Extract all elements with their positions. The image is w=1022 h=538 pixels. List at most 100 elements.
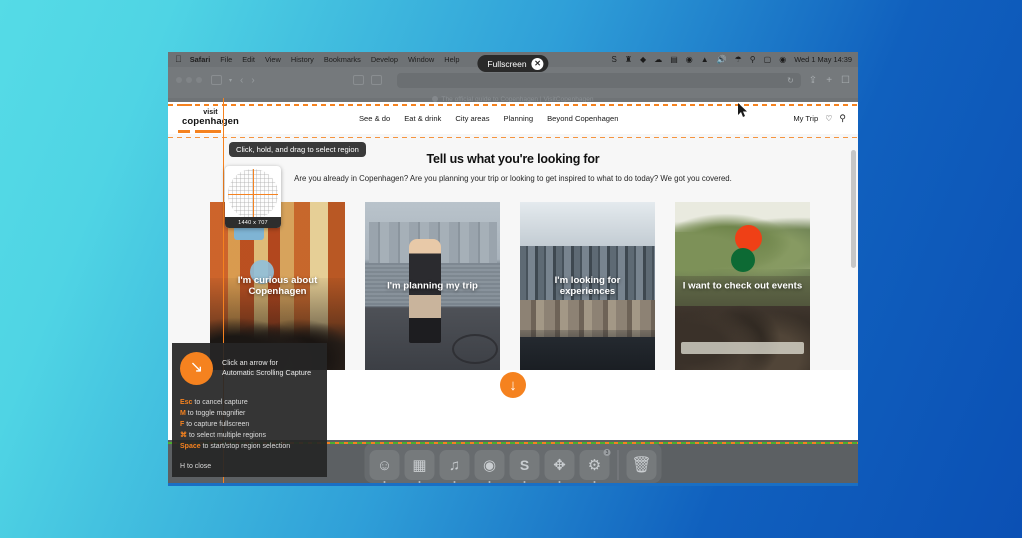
forward-button[interactable]: › [251, 75, 254, 86]
snagit-icon[interactable]: S [509, 450, 540, 483]
capture-hint-tooltip: Click, hold, and drag to select region [229, 142, 366, 157]
magnifier-lens [228, 169, 278, 219]
header-actions: My Trip ♡ ⚲ [793, 113, 846, 124]
finder-icon[interactable]: ☺ [369, 450, 400, 483]
mailbird-icon[interactable]: ♜ [625, 55, 632, 64]
window-traffic-lights[interactable] [176, 77, 202, 83]
safari-icon[interactable]: ✥ [544, 450, 575, 483]
nav-item-eat-and-drink[interactable]: Eat & drink [404, 114, 441, 123]
page-scrollbar[interactable] [851, 150, 856, 268]
search-icon[interactable]: ⚲ [839, 113, 846, 124]
site-logo[interactable]: visit copenhagen [182, 109, 239, 126]
logo-line-2: copenhagen [182, 115, 239, 127]
reader-icon[interactable] [352, 75, 364, 85]
shortcut-row-m: M to toggle magnifier [180, 408, 319, 419]
menu-item-safari[interactable]: Safari [190, 55, 211, 64]
address-bar[interactable]: ↻ [396, 72, 801, 88]
selection-marker-left-3 [178, 104, 192, 106]
shortcut-key-cmd: ⌘ [180, 432, 187, 440]
menu-item-edit[interactable]: Edit [242, 55, 255, 64]
selection-marker-left-1 [178, 130, 190, 133]
control-center-icon[interactable]: ◉ [779, 55, 786, 64]
my-trip-label[interactable]: My Trip [793, 114, 818, 123]
shortcut-row-cmd: ⌘ to select multiple regions [180, 430, 319, 441]
card-title: I'm planning my trip [387, 280, 478, 292]
menu-item-window[interactable]: Window [408, 55, 434, 64]
volume-icon[interactable]: 🔊 [717, 55, 727, 64]
heart-icon[interactable]: ♡ [825, 114, 832, 123]
menu-item-bookmarks[interactable]: Bookmarks [324, 55, 361, 64]
menubar-clock[interactable]: Wed 1 May 14:39 [794, 55, 852, 64]
sidebar-icon[interactable] [211, 75, 222, 85]
card-title: I want to check out events [682, 280, 803, 292]
shortcut-key-f: F [180, 421, 185, 429]
adobe-icon[interactable]: ▲ [701, 55, 709, 64]
shortcut-action-f: to capture fullscreen [186, 421, 250, 429]
airplay-icon[interactable]: ▤ [670, 55, 678, 64]
magnifier-crosshair-vertical [253, 169, 255, 219]
menu-item-file[interactable]: File [220, 55, 232, 64]
selection-marker-left-2 [195, 130, 221, 133]
shortcut-action-space: to start/stop region selection [202, 443, 291, 451]
site-header: visit copenhagen See & do Eat & drink Ci… [168, 102, 858, 134]
keyboard-shortcuts-panel: Esc to cancel capture M to toggle magnif… [172, 393, 327, 477]
chevron-down-icon[interactable]: ▾ [229, 77, 232, 84]
dock-divider [617, 450, 619, 480]
settings-icon[interactable]: ⚙ 3 [579, 449, 611, 483]
shortcut-key-m: M [180, 410, 186, 418]
shortcut-action-cmd: to select multiple regions [188, 432, 266, 440]
shortcut-key-esc: Esc [180, 399, 193, 406]
hint-line-2: Automatic Scrolling Capture [222, 368, 312, 377]
spotlight-icon[interactable]: ⚲ [750, 55, 756, 64]
wifi-icon[interactable]: ☂ [735, 55, 742, 64]
trash-icon[interactable]: 🗑 [626, 450, 657, 480]
nav-item-city-areas[interactable]: City areas [455, 114, 489, 123]
green-balloon-marker [731, 248, 755, 272]
dropbox-icon[interactable]: ◆ [640, 55, 646, 64]
shortcut-row-f: F to capture fullscreen [180, 419, 319, 430]
card-title: I'm curious about Copenhagen [237, 275, 318, 298]
selection-guide-bottom [168, 137, 858, 139]
skype-icon[interactable]: S [612, 55, 617, 64]
scrolling-capture-hint-panel: ↘ Click an arrow for Automatic Scrolling… [172, 343, 327, 393]
menu-item-help[interactable]: Help [444, 55, 459, 64]
shortcut-action-m: to toggle magnifier [187, 410, 246, 418]
launchpad-icon[interactable]: ▦ [404, 450, 435, 483]
shortcut-row-space: Space to start/stop region selection [180, 441, 319, 452]
cloud-icon[interactable]: ☁ [654, 55, 662, 64]
menu-item-view[interactable]: View [265, 55, 281, 64]
magnifier-dimensions: 1440 x 707 [225, 217, 281, 228]
menu-item-history[interactable]: History [291, 55, 314, 64]
tab-group-icon[interactable]: ☐ [841, 75, 850, 86]
chrome-icon[interactable]: ◉ [474, 450, 505, 483]
close-icon[interactable]: ✕ [531, 57, 544, 70]
music-icon[interactable]: ♫ [439, 450, 470, 483]
fullscreen-capture-pill[interactable]: Fullscreen ✕ [477, 55, 549, 72]
share-icon[interactable]: ⇪ [809, 75, 817, 86]
menu-item-develop[interactable]: Develop [371, 55, 398, 64]
nav-item-planning[interactable]: Planning [504, 114, 534, 123]
card-looking-for-experiences[interactable]: I'm looking for experiences [520, 202, 655, 371]
nav-item-beyond-copenhagen[interactable]: Beyond Copenhagen [547, 114, 618, 123]
card-title: I'm looking for experiences [554, 275, 621, 298]
user-icon[interactable]: ▢ [764, 55, 772, 64]
new-tab-icon[interactable]: + [826, 75, 832, 86]
hint-line-1: Click an arrow for [222, 357, 278, 367]
shortcut-action-esc: to cancel capture [194, 399, 248, 406]
reload-icon[interactable]: ↻ [787, 76, 794, 85]
scroll-down-button[interactable]: ↓ [500, 372, 526, 399]
timemachine-icon[interactable]: ◉ [686, 55, 693, 64]
dock-badge: 3 [603, 449, 611, 456]
scroll-arrow-icon[interactable]: ↘ [180, 351, 213, 385]
apple-icon[interactable]:  [175, 55, 182, 64]
card-planning-my-trip[interactable]: I'm planning my trip [365, 202, 500, 371]
selection-guide-top [168, 104, 858, 106]
site-navigation: See & do Eat & drink City areas Planning… [359, 114, 619, 123]
fullscreen-pill-label: Fullscreen [487, 58, 527, 69]
back-button[interactable]: ‹ [240, 75, 243, 86]
tabs-overview-icon[interactable] [370, 75, 382, 85]
capture-magnifier: 1440 x 707 [225, 166, 281, 228]
shortcut-close-hint: H to close [180, 463, 212, 471]
nav-item-see-and-do[interactable]: See & do [359, 114, 390, 123]
scrolling-capture-hint-text: Click an arrow for Automatic Scrolling C… [222, 358, 311, 378]
